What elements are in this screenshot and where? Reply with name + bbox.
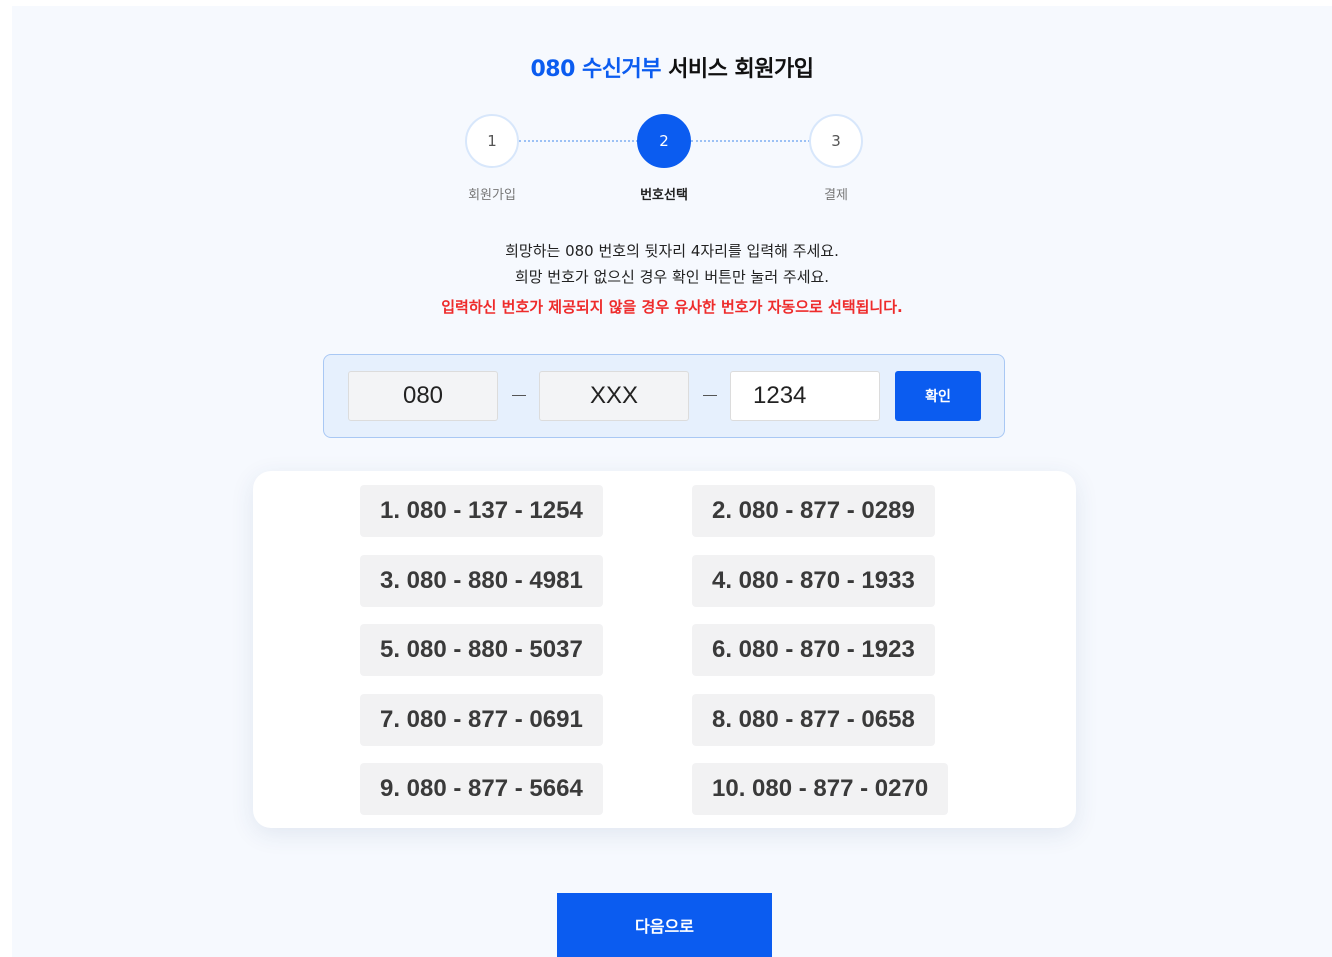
suggestion-item-10[interactable]: 10. 080 - 877 - 0270	[692, 763, 949, 815]
prefix-field: 080	[348, 371, 498, 421]
suggestion-item-7[interactable]: 7. 080 - 877 - 0691	[360, 694, 603, 746]
step-2-circle: 2	[637, 114, 691, 168]
step-3-label: 결제	[824, 188, 848, 203]
step-1-circle: 1	[465, 114, 519, 168]
last-digits-input[interactable]: 1234	[730, 371, 880, 421]
number-input-panel: 080 XXX 1234 확인	[323, 354, 1005, 438]
suggestion-item-3[interactable]: 3. 080 - 880 - 4981	[360, 555, 603, 607]
warning-text: 입력하신 번호가 제공되지 않을 경우 유사한 번호가 자동으로 선택됩니다.	[441, 298, 903, 316]
step-3: 3 결제	[796, 114, 876, 203]
suggestion-item-2[interactable]: 2. 080 - 877 - 0289	[692, 485, 935, 537]
signup-page: 080 수신거부 서비스 회원가입 1 회원가입 2 번호선택 3 결제 희망하…	[12, 6, 1332, 957]
suggestion-item-8[interactable]: 8. 080 - 877 - 0658	[692, 694, 935, 746]
dash-separator-1	[512, 395, 526, 396]
step-3-circle: 3	[809, 114, 863, 168]
instruction-line-1: 희망하는 080 번호의 뒷자리 4자리를 입력해 주세요.	[505, 242, 839, 260]
page-title-accent: 080 수신거부	[530, 57, 662, 82]
suggestions-card: 1. 080 - 137 - 1254 2. 080 - 877 - 0289 …	[253, 471, 1076, 828]
step-1-label: 회원가입	[468, 188, 516, 203]
instructions: 희망하는 080 번호의 뒷자리 4자리를 입력해 주세요. 희망 번호가 없으…	[12, 238, 1332, 290]
middle-field: XXX	[539, 371, 689, 421]
next-button[interactable]: 다음으로	[557, 893, 772, 957]
step-1: 1 회원가입	[452, 114, 532, 203]
progress-stepper: 1 회원가입 2 번호선택 3 결제	[12, 114, 1332, 214]
page-title: 080 수신거부 서비스 회원가입	[12, 51, 1332, 83]
dash-separator-2	[703, 395, 717, 396]
page-title-rest: 서비스 회원가입	[661, 57, 814, 82]
confirm-button[interactable]: 확인	[895, 371, 981, 421]
instruction-line-2: 희망 번호가 없으신 경우 확인 버튼만 눌러 주세요.	[514, 268, 830, 286]
suggestion-item-9[interactable]: 9. 080 - 877 - 5664	[360, 763, 603, 815]
suggestion-item-4[interactable]: 4. 080 - 870 - 1933	[692, 555, 935, 607]
suggestion-item-6[interactable]: 6. 080 - 870 - 1923	[692, 624, 935, 676]
suggestion-item-1[interactable]: 1. 080 - 137 - 1254	[360, 485, 603, 537]
suggestion-item-5[interactable]: 5. 080 - 880 - 5037	[360, 624, 603, 676]
step-2: 2 번호선택	[624, 114, 704, 203]
step-2-label: 번호선택	[640, 188, 688, 203]
